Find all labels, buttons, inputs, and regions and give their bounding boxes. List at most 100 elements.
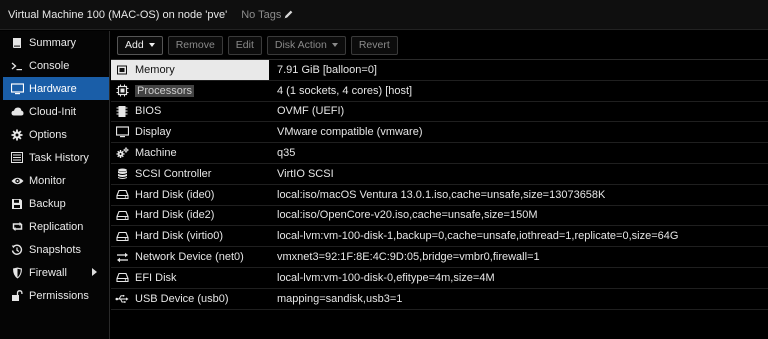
- unlock-icon: [10, 289, 24, 303]
- sidebar-item-label: Console: [29, 59, 70, 72]
- list-icon: [10, 151, 24, 165]
- row-value: q35: [277, 147, 296, 160]
- terminal-icon: [10, 59, 24, 73]
- table-row[interactable]: EFI Disk local-lvm:vm-100-disk-0,efitype…: [111, 268, 768, 289]
- usb-icon: [115, 292, 129, 306]
- cpu-icon: [115, 84, 129, 98]
- table-row[interactable]: Memory 7.91 GiB [balloon=0]: [111, 60, 768, 81]
- sidebar-item-hardware[interactable]: Hardware: [3, 77, 109, 100]
- hardware-grid: Memory 7.91 GiB [balloon=0] Processors 4…: [111, 60, 768, 310]
- table-row[interactable]: Hard Disk (ide2) local:iso/OpenCore-v20.…: [111, 206, 768, 227]
- row-name: EFI Disk: [135, 271, 177, 284]
- sidebar-item-permissions[interactable]: Permissions: [0, 284, 109, 307]
- row-value: vmxnet3=92:1F:8E:4C:9D:05,bridge=vmbr0,f…: [277, 251, 540, 264]
- sidebar-item-label: Task History: [29, 151, 89, 164]
- row-name-cell: Processors: [111, 81, 269, 101]
- expand-arrow-icon[interactable]: [92, 268, 97, 276]
- gear-icon: [10, 128, 24, 142]
- row-value: VirtIO SCSI: [277, 167, 334, 180]
- desktop-icon: [115, 125, 129, 139]
- history-icon: [10, 243, 24, 257]
- row-name-cell: Display: [111, 122, 269, 142]
- title-bar: Virtual Machine 100 (MAC-OS) on node 'pv…: [0, 0, 768, 30]
- chip-icon: [115, 104, 129, 118]
- row-value: mapping=sandisk,usb3=1: [277, 292, 403, 305]
- row-value: local:iso/OpenCore-v20.iso,cache=unsafe,…: [277, 209, 538, 222]
- row-name: Hard Disk (virtio0): [135, 230, 224, 243]
- row-value: local-lvm:vm-100-disk-0,efitype=4m,size=…: [277, 271, 495, 284]
- add-button[interactable]: Add: [117, 35, 163, 55]
- floppy-icon: [10, 197, 24, 211]
- table-row[interactable]: BIOS OVMF (UEFI): [111, 102, 768, 123]
- row-name: Memory: [135, 63, 175, 76]
- table-row[interactable]: USB Device (usb0) mapping=sandisk,usb3=1: [111, 289, 768, 310]
- row-name: Processors: [135, 84, 195, 97]
- exchange-icon: [115, 250, 129, 264]
- monitor-icon: [10, 82, 24, 96]
- table-row[interactable]: Hard Disk (virtio0) local-lvm:vm-100-dis…: [111, 226, 768, 248]
- row-value: local-lvm:vm-100-disk-1,backup=0,cache=u…: [277, 230, 679, 243]
- chevron-down-icon: [148, 43, 155, 47]
- add-button-label: Add: [125, 39, 144, 51]
- sidebar-item-summary[interactable]: Summary: [0, 31, 109, 54]
- edit-button[interactable]: Edit: [227, 35, 262, 55]
- shield-icon: [10, 266, 24, 280]
- row-value: 7.91 GiB [balloon=0]: [277, 63, 377, 76]
- revert-button[interactable]: Revert: [350, 35, 398, 55]
- row-name: Hard Disk (ide0): [135, 188, 215, 201]
- pencil-icon[interactable]: [283, 9, 294, 20]
- row-value: OVMF (UEFI): [277, 105, 345, 118]
- table-row[interactable]: SCSI Controller VirtIO SCSI: [111, 164, 768, 185]
- row-name: SCSI Controller: [135, 167, 212, 180]
- sidebar-item-replication[interactable]: Replication: [0, 215, 109, 238]
- row-name: Hard Disk (ide2): [135, 209, 215, 222]
- sidebar-item-label: Hardware: [29, 82, 77, 95]
- hardware-panel: Add Remove Edit Disk Action Revert Memor…: [111, 31, 768, 339]
- sidebar-item-label: Summary: [29, 36, 77, 49]
- hdd-icon: [115, 229, 129, 243]
- row-name-cell: Hard Disk (ide0): [111, 185, 269, 205]
- sidebar-item-task-history[interactable]: Task History: [0, 146, 109, 169]
- sidebar-item-cloud-init[interactable]: Cloud-Init: [0, 100, 109, 123]
- window-title: Virtual Machine 100 (MAC-OS) on node 'pv…: [8, 8, 228, 21]
- cloud-icon: [10, 105, 24, 119]
- sidebar-item-console[interactable]: Console: [0, 54, 109, 77]
- row-name: Machine: [135, 147, 177, 160]
- row-value: 4 (1 sockets, 4 cores) [host]: [277, 84, 413, 97]
- chevron-down-icon: [331, 43, 338, 47]
- sidebar-item-monitor[interactable]: Monitor: [0, 169, 109, 192]
- sidebar-item-label: Permissions: [29, 289, 89, 302]
- sidebar-item-label: Snapshots: [29, 243, 81, 256]
- row-value: VMware compatible (vmware): [277, 126, 423, 139]
- tags-area[interactable]: No Tags: [241, 9, 294, 21]
- sidebar-item-label: Options: [29, 128, 67, 141]
- row-name-cell: BIOS: [111, 102, 269, 122]
- row-name: Network Device (net0): [135, 251, 244, 264]
- row-name: BIOS: [135, 105, 162, 118]
- database-icon: [115, 167, 129, 181]
- sidebar-item-label: Firewall: [29, 266, 67, 279]
- eye-icon: [10, 174, 24, 188]
- row-name-cell: Network Device (net0): [111, 247, 269, 267]
- sidebar: Summary Console Hardware Cloud-Init Opti…: [0, 31, 110, 339]
- hdd-icon: [115, 188, 129, 202]
- remove-button[interactable]: Remove: [167, 35, 223, 55]
- table-row[interactable]: Machine q35: [111, 143, 768, 164]
- row-name-cell: Hard Disk (ide2): [111, 206, 269, 226]
- sidebar-item-label: Replication: [29, 220, 84, 233]
- table-row[interactable]: Network Device (net0) vmxnet3=92:1F:8E:4…: [111, 247, 768, 268]
- sidebar-item-snapshots[interactable]: Snapshots: [0, 238, 109, 261]
- sidebar-item-label: Cloud-Init: [29, 105, 77, 118]
- book-icon: [10, 36, 24, 50]
- table-row[interactable]: Display VMware compatible (vmware): [111, 122, 768, 144]
- row-value: local:iso/macOS Ventura 13.0.1.iso,cache…: [277, 188, 606, 201]
- row-name-cell: SCSI Controller: [111, 164, 269, 184]
- table-row[interactable]: Hard Disk (ide0) local:iso/macOS Ventura…: [111, 185, 768, 206]
- sidebar-item-options[interactable]: Options: [0, 123, 109, 146]
- table-row[interactable]: Processors 4 (1 sockets, 4 cores) [host]: [111, 81, 768, 102]
- disk-action-button[interactable]: Disk Action: [266, 35, 346, 55]
- sidebar-item-backup[interactable]: Backup: [0, 192, 109, 215]
- sidebar-item-firewall[interactable]: Firewall: [0, 261, 109, 284]
- retweet-icon: [10, 220, 24, 234]
- row-name-cell: Memory: [111, 60, 269, 80]
